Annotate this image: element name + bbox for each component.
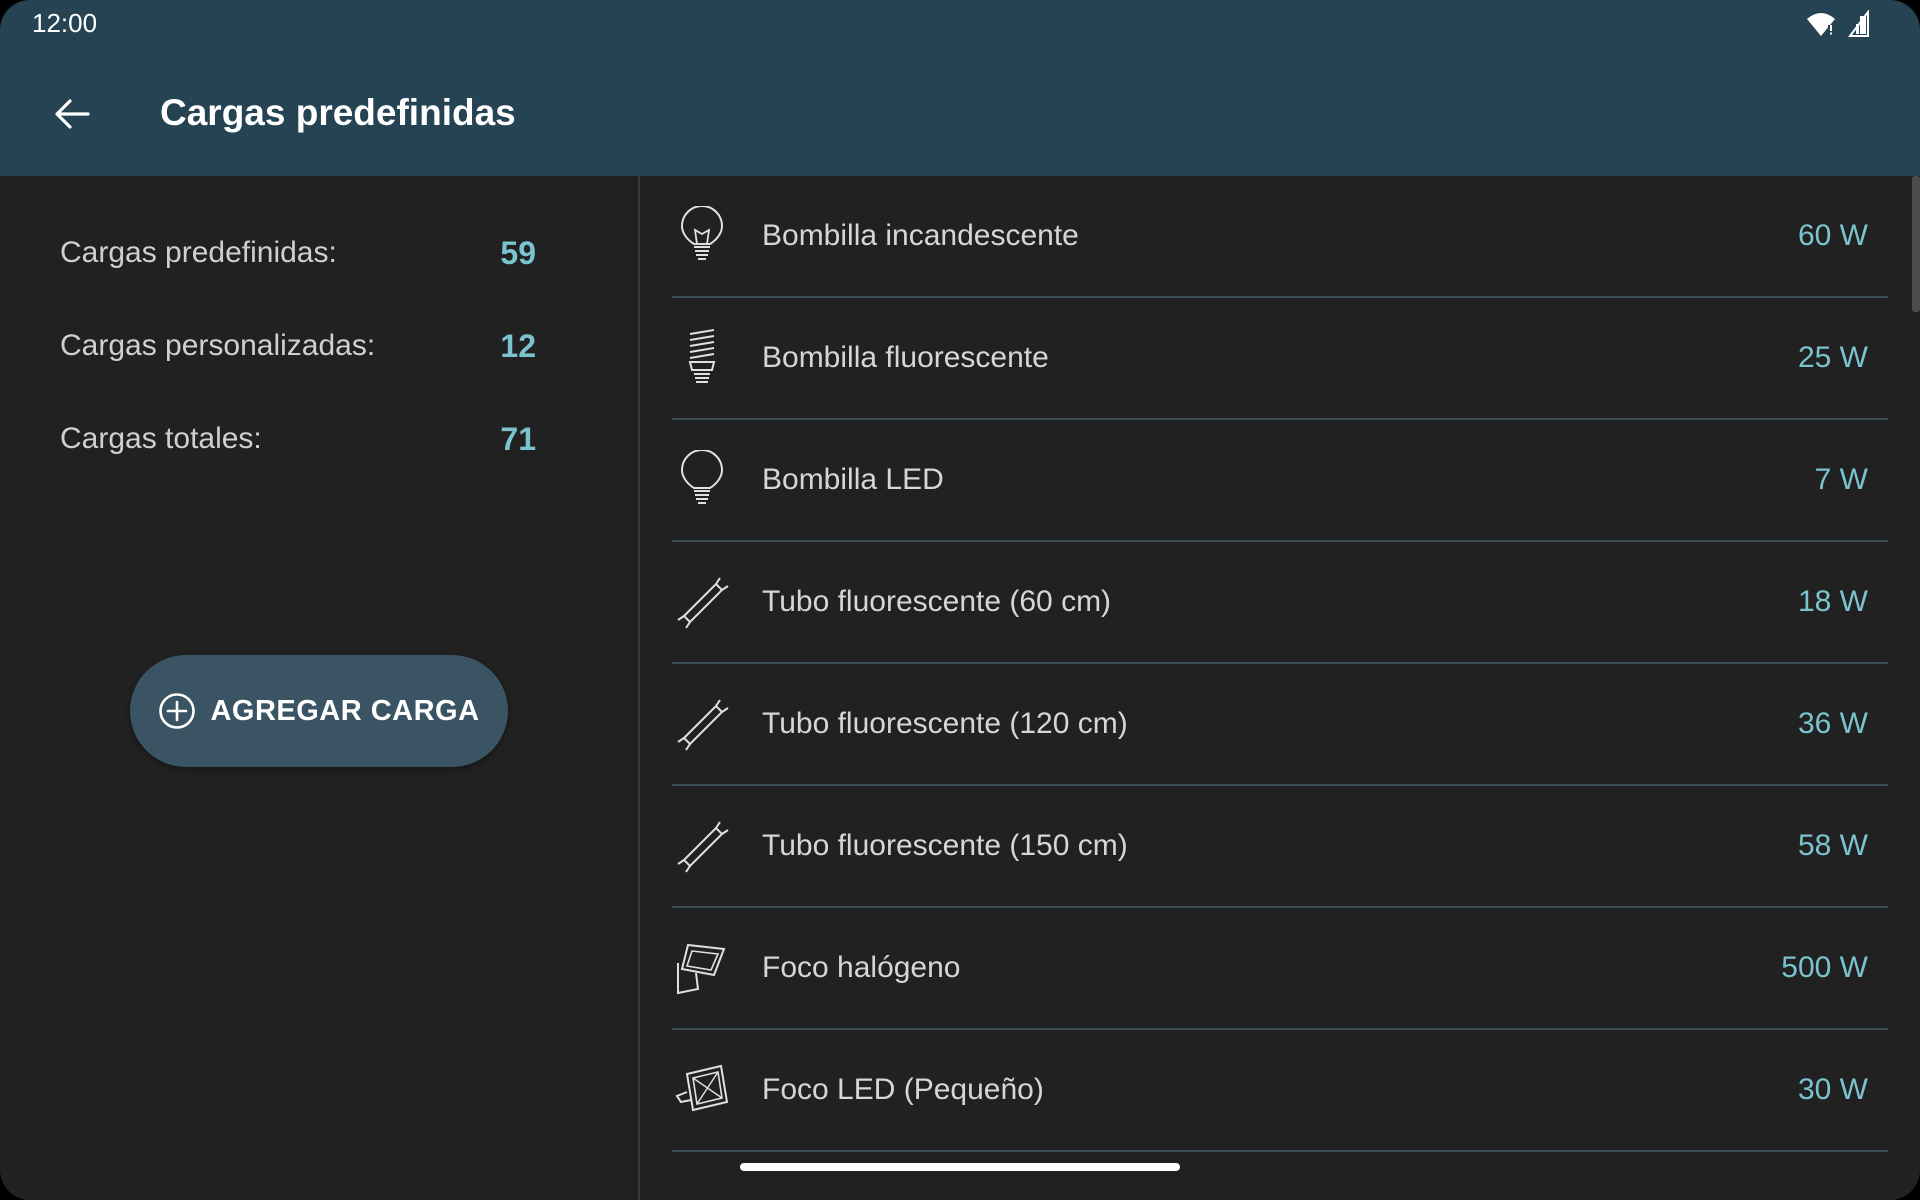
app-screen: 12:00 Cargas predefinidas Cargas predefi…: [0, 0, 1920, 1200]
signal-icon: [1848, 10, 1870, 38]
status-icons: [1806, 10, 1870, 38]
arrow-back-icon: [54, 98, 90, 130]
add-circle-icon: [158, 692, 196, 730]
home-indicator[interactable]: [740, 1163, 1180, 1171]
load-name: Bombilla incandescente: [762, 219, 1079, 252]
load-name: Bombilla fluorescente: [762, 341, 1049, 374]
summary-value: 12: [500, 328, 536, 364]
list-item[interactable]: Foco halógeno 500 W: [672, 908, 1888, 1030]
led-floodlight-icon: [672, 1058, 732, 1122]
page-title: Cargas predefinidas: [160, 92, 516, 133]
list-item[interactable]: Tubo fluorescente (120 cm) 36 W: [672, 664, 1888, 786]
list-item[interactable]: Foco LED (Pequeño) 30 W: [672, 1030, 1888, 1152]
load-power: 500 W: [1781, 951, 1868, 984]
list-item[interactable]: Bombilla fluorescente 25 W: [672, 298, 1888, 420]
summary-row-custom: Cargas personalizadas: 12: [60, 321, 536, 371]
load-power: 60 W: [1797, 219, 1868, 252]
load-name: Foco halógeno: [762, 951, 961, 984]
load-name: Tubo fluorescente (120 cm): [762, 707, 1128, 740]
wifi-icon: [1806, 11, 1836, 37]
fluorescent-bulb-icon: [672, 326, 732, 390]
summary-label: Cargas personalizadas:: [60, 329, 376, 362]
load-power: 7 W: [1814, 463, 1868, 496]
led-bulb-icon: [672, 448, 732, 512]
fluorescent-tube-icon: [672, 814, 732, 878]
load-power: 25 W: [1797, 341, 1868, 374]
back-button[interactable]: [44, 86, 100, 142]
list-item[interactable]: Bombilla incandescente 60 W: [672, 176, 1888, 298]
summary-row-total: Cargas totales: 71: [60, 414, 536, 464]
load-name: Tubo fluorescente (150 cm): [762, 829, 1128, 862]
load-power: 18 W: [1797, 585, 1868, 618]
load-power: 58 W: [1797, 829, 1868, 862]
load-power: 36 W: [1797, 707, 1868, 740]
add-load-label: AGREGAR CARGA: [210, 694, 480, 727]
fluorescent-tube-icon: [672, 570, 732, 634]
halogen-floodlight-icon: [672, 936, 732, 1000]
app-bar: 12:00 Cargas predefinidas: [0, 0, 1920, 176]
load-name: Tubo fluorescente (60 cm): [762, 585, 1112, 618]
list-item[interactable]: Bombilla LED 7 W: [672, 420, 1888, 542]
summary-label: Cargas totales:: [60, 422, 262, 455]
load-name: Bombilla LED: [762, 463, 944, 496]
load-name: Foco LED (Pequeño): [762, 1073, 1044, 1106]
incandescent-bulb-icon: [672, 204, 732, 268]
list-scrollbar[interactable]: [1912, 176, 1920, 312]
load-power: 30 W: [1797, 1073, 1868, 1106]
summary-value: 71: [500, 421, 536, 457]
loads-list[interactable]: Bombilla incandescente 60 W Bombilla flu…: [672, 176, 1888, 1152]
list-item[interactable]: Tubo fluorescente (60 cm) 18 W: [672, 542, 1888, 664]
panel-divider: [638, 176, 640, 1200]
list-item[interactable]: Tubo fluorescente (150 cm) 58 W: [672, 786, 1888, 908]
status-time: 12:00: [32, 8, 98, 38]
summary-row-predefined: Cargas predefinidas: 59: [60, 228, 536, 278]
summary-label: Cargas predefinidas:: [60, 236, 337, 269]
add-load-button[interactable]: AGREGAR CARGA: [130, 655, 508, 767]
summary-value: 59: [500, 235, 536, 271]
fluorescent-tube-icon: [672, 692, 732, 756]
